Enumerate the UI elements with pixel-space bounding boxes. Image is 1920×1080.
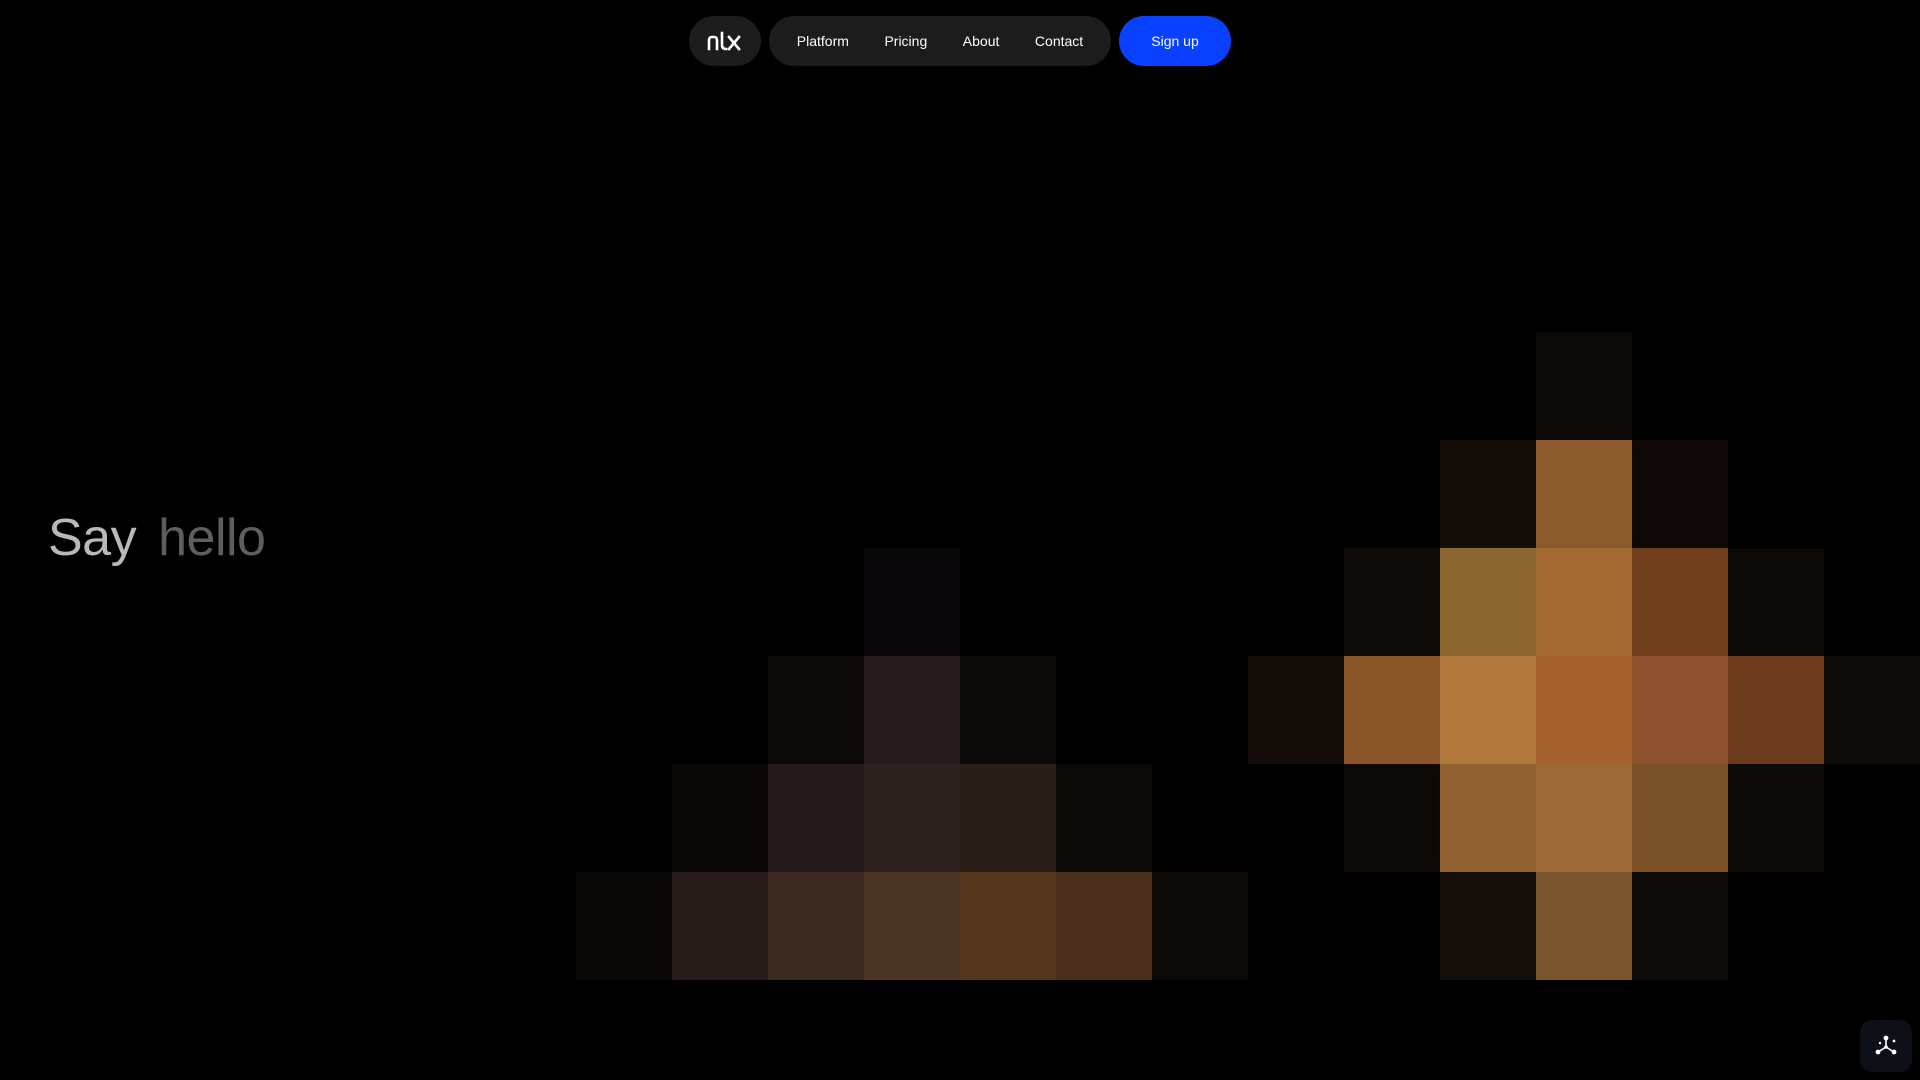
mosaic-tile (864, 872, 960, 980)
mosaic-tile (864, 548, 960, 656)
mosaic-tile (960, 872, 1056, 980)
top-nav: Platform Pricing About Contact Sign up (689, 16, 1231, 66)
hero-word-say: Say (48, 509, 137, 567)
page: Platform Pricing About Contact Sign up S… (0, 0, 1920, 1080)
mosaic-tile (1536, 656, 1632, 764)
nlx-logo (707, 31, 741, 51)
mosaic-tile (1440, 656, 1536, 764)
mosaic-tile (1344, 548, 1440, 656)
mosaic-tile (864, 656, 960, 764)
nav-links: Platform Pricing About Contact (769, 16, 1111, 66)
mosaic-tile (1728, 548, 1824, 656)
mosaic-tile (768, 656, 864, 764)
mosaic-tile (1056, 764, 1152, 872)
nav-link-platform[interactable]: Platform (789, 25, 857, 57)
mosaic-tile (1632, 764, 1728, 872)
mosaic-tile (1632, 656, 1728, 764)
mosaic-tile (1536, 440, 1632, 548)
nav-link-pricing[interactable]: Pricing (876, 25, 935, 57)
mosaic-tile (1536, 764, 1632, 872)
mosaic-tile (576, 872, 672, 980)
mosaic-tile (1536, 872, 1632, 980)
mosaic-tile (1536, 548, 1632, 656)
hero-word-hello: hello (158, 509, 266, 567)
mosaic-tile (1344, 656, 1440, 764)
mosaic-tile (1728, 656, 1824, 764)
mosaic-tile (1440, 440, 1536, 548)
mosaic-tile (1632, 548, 1728, 656)
mosaic-tile (1536, 332, 1632, 440)
hero-heading: Say hello (48, 508, 266, 568)
nav-link-about[interactable]: About (955, 25, 1008, 57)
mosaic-tile (1824, 656, 1920, 764)
mosaic-tile (1248, 656, 1344, 764)
mosaic-tile (960, 764, 1056, 872)
mosaic-tile (1440, 548, 1536, 656)
mosaic-tile (768, 764, 864, 872)
mosaic-tile (768, 872, 864, 980)
mosaic-tile (1632, 872, 1728, 980)
mosaic-tile (864, 764, 960, 872)
mosaic-tile (1056, 872, 1152, 980)
mosaic-tile (1728, 764, 1824, 872)
mosaic-tile (1440, 764, 1536, 872)
sparkle-network-icon (1875, 1035, 1897, 1055)
logo-button[interactable] (689, 16, 761, 66)
mosaic-tile (1152, 872, 1248, 980)
mosaic-tile (1440, 872, 1536, 980)
mosaic-tile (1344, 764, 1440, 872)
nav-link-contact[interactable]: Contact (1027, 25, 1091, 57)
mosaic-tile (1632, 440, 1728, 548)
chat-widget-button[interactable] (1860, 1020, 1912, 1072)
mosaic-tile (960, 656, 1056, 764)
signup-button[interactable]: Sign up (1119, 16, 1231, 66)
pixel-mosaic-image (0, 0, 1920, 1080)
mosaic-tile (672, 764, 768, 872)
mosaic-tile (672, 872, 768, 980)
